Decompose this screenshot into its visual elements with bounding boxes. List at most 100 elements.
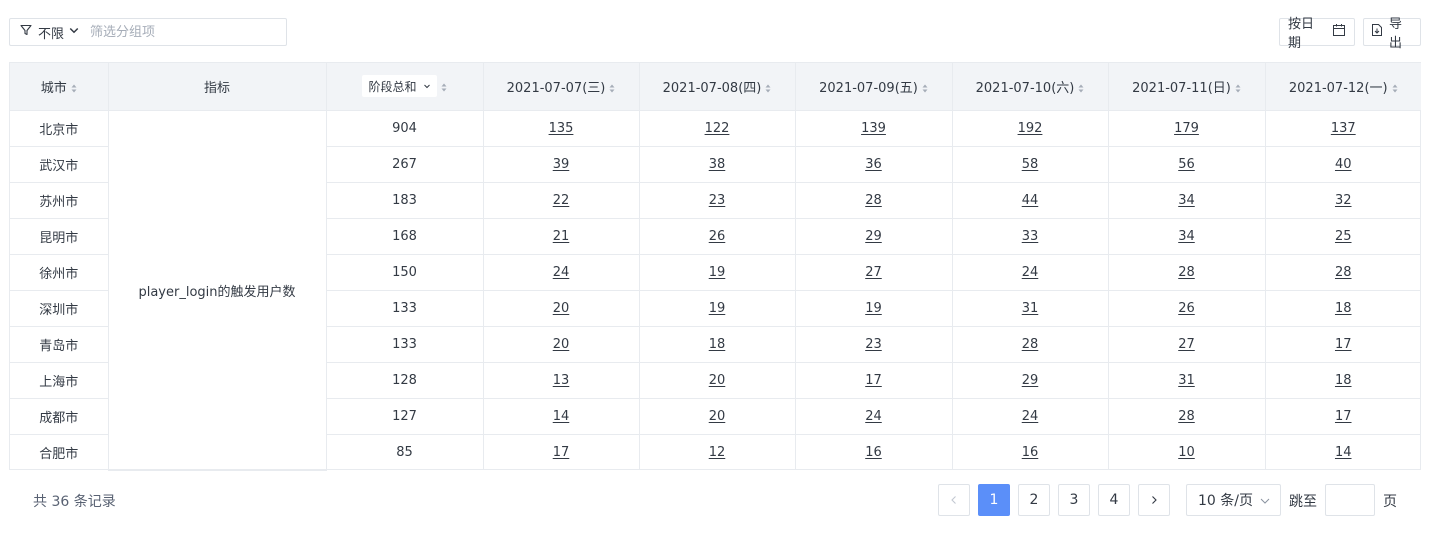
date-value-link[interactable]: 17 <box>1335 337 1352 352</box>
date-value-link[interactable]: 17 <box>865 373 882 388</box>
page-button[interactable]: 4 <box>1098 484 1130 516</box>
date-value-link[interactable]: 122 <box>705 121 730 136</box>
date-value-link[interactable]: 13 <box>553 373 570 388</box>
date-value-link[interactable]: 39 <box>553 157 570 172</box>
filter-search-input[interactable] <box>90 20 271 44</box>
date-value-link[interactable]: 179 <box>1174 121 1199 136</box>
date-value-link[interactable]: 12 <box>709 445 726 460</box>
date-value-link[interactable]: 36 <box>865 157 882 172</box>
date-value-link[interactable]: 32 <box>1335 193 1352 208</box>
date-value-link[interactable]: 24 <box>865 409 882 424</box>
date-value-link[interactable]: 24 <box>1022 265 1039 280</box>
date-value-link[interactable]: 26 <box>709 229 726 244</box>
date-value-link[interactable]: 26 <box>1178 301 1195 316</box>
header-date[interactable]: 2021-07-11(日) <box>1108 63 1266 111</box>
date-value-cell: 31 <box>952 290 1109 327</box>
date-value-link[interactable]: 24 <box>1022 409 1039 424</box>
page-size-select[interactable]: 10 条/页 <box>1186 484 1281 516</box>
header-date-label: 2021-07-10(六) <box>975 80 1075 96</box>
date-value-link[interactable]: 18 <box>709 337 726 352</box>
date-value-cell: 14 <box>483 398 640 435</box>
city-cell: 北京市 <box>10 110 109 147</box>
date-value-link[interactable]: 137 <box>1331 121 1356 136</box>
date-value-link[interactable]: 38 <box>709 157 726 172</box>
date-value-link[interactable]: 20 <box>553 301 570 316</box>
date-value-link[interactable]: 27 <box>1178 337 1195 352</box>
city-cell: 武汉市 <box>10 146 109 183</box>
header-date[interactable]: 2021-07-08(四) <box>639 63 796 111</box>
jump-page-input[interactable] <box>1325 484 1375 516</box>
date-value-link[interactable]: 20 <box>709 373 726 388</box>
header-date[interactable]: 2021-07-12(一) <box>1265 63 1421 111</box>
date-value-cell: 29 <box>952 362 1109 399</box>
date-value-link[interactable]: 56 <box>1178 157 1195 172</box>
filter-dropdown[interactable]: 不限 <box>10 19 90 45</box>
date-value-link[interactable]: 17 <box>553 445 570 460</box>
stage-total-cell: 168 <box>326 218 484 255</box>
date-value-link[interactable]: 34 <box>1178 193 1195 208</box>
date-value-link[interactable]: 29 <box>865 229 882 244</box>
date-value-link[interactable]: 28 <box>1022 337 1039 352</box>
date-value-link[interactable]: 10 <box>1178 445 1195 460</box>
page-button[interactable]: 2 <box>1018 484 1050 516</box>
date-value-link[interactable]: 19 <box>865 301 882 316</box>
stage-total-select[interactable]: 阶段总和 <box>362 75 437 98</box>
date-value-link[interactable]: 18 <box>1335 373 1352 388</box>
page-button[interactable]: 1 <box>978 484 1010 516</box>
date-value-link[interactable]: 17 <box>1335 409 1352 424</box>
chevron-down-icon <box>1260 498 1270 504</box>
date-value-cell: 20 <box>639 362 796 399</box>
date-value-link[interactable]: 31 <box>1022 301 1039 316</box>
date-value-cell: 19 <box>795 290 953 327</box>
header-date[interactable]: 2021-07-10(六) <box>952 63 1109 111</box>
date-value-link[interactable]: 29 <box>1022 373 1039 388</box>
date-value-link[interactable]: 25 <box>1335 229 1352 244</box>
date-value-link[interactable]: 23 <box>865 337 882 352</box>
date-value-link[interactable]: 23 <box>709 193 726 208</box>
date-value-link[interactable]: 14 <box>553 409 570 424</box>
date-value-link[interactable]: 22 <box>553 193 570 208</box>
date-value-link[interactable]: 20 <box>709 409 726 424</box>
date-value-link[interactable]: 21 <box>553 229 570 244</box>
page-button[interactable]: 3 <box>1058 484 1090 516</box>
date-value-link[interactable]: 31 <box>1178 373 1195 388</box>
date-value-link[interactable]: 19 <box>709 265 726 280</box>
total-records: 共 36 条记录 <box>33 494 116 510</box>
header-date[interactable]: 2021-07-07(三) <box>483 63 640 111</box>
date-value-cell: 28 <box>1108 254 1266 291</box>
date-value-cell: 38 <box>639 146 796 183</box>
header-date[interactable]: 2021-07-09(五) <box>795 63 953 111</box>
header-city[interactable]: 城市 <box>10 63 109 111</box>
by-date-button[interactable]: 按日期 <box>1279 17 1355 51</box>
date-value-link[interactable]: 18 <box>1335 301 1352 316</box>
date-value-cell: 13 <box>483 362 640 399</box>
date-value-link[interactable]: 40 <box>1335 157 1352 172</box>
date-value-link[interactable]: 19 <box>709 301 726 316</box>
date-value-cell: 14 <box>1265 434 1421 470</box>
next-page-button[interactable] <box>1138 484 1170 516</box>
date-value-link[interactable]: 34 <box>1178 229 1195 244</box>
date-value-link[interactable]: 28 <box>1335 265 1352 280</box>
date-value-link[interactable]: 28 <box>1178 409 1195 424</box>
date-value-cell: 18 <box>639 326 796 363</box>
export-button[interactable]: 导出 <box>1363 17 1421 51</box>
date-value-link[interactable]: 135 <box>549 121 574 136</box>
date-value-link[interactable]: 16 <box>1022 445 1039 460</box>
date-value-link[interactable]: 14 <box>1335 445 1352 460</box>
header-stage-total[interactable]: 阶段总和 <box>326 63 484 111</box>
date-value-cell: 10 <box>1108 434 1266 470</box>
date-value-link[interactable]: 20 <box>553 337 570 352</box>
date-value-link[interactable]: 139 <box>861 121 886 136</box>
date-value-link[interactable]: 192 <box>1018 121 1043 136</box>
date-value-link[interactable]: 33 <box>1022 229 1039 244</box>
date-value-link[interactable]: 28 <box>865 193 882 208</box>
date-value-link[interactable]: 24 <box>553 265 570 280</box>
date-value-link[interactable]: 44 <box>1022 193 1039 208</box>
date-value-link[interactable]: 27 <box>865 265 882 280</box>
date-value-cell: 27 <box>795 254 953 291</box>
date-value-link[interactable]: 28 <box>1178 265 1195 280</box>
prev-page-button[interactable] <box>938 484 970 516</box>
date-value-link[interactable]: 58 <box>1022 157 1039 172</box>
date-value-cell: 58 <box>952 146 1109 183</box>
date-value-link[interactable]: 16 <box>865 445 882 460</box>
